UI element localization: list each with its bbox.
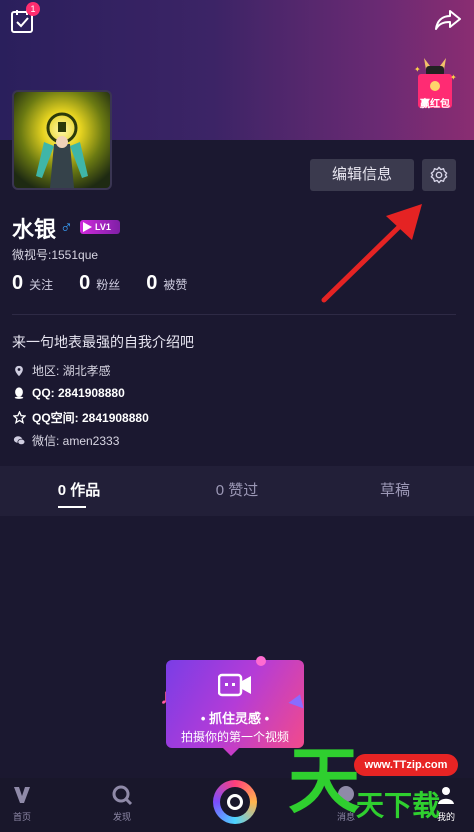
nav-home-label: 首页 <box>12 812 31 822</box>
record-button[interactable] <box>213 780 257 824</box>
star-icon <box>12 411 26 425</box>
male-gender-icon: ♂ <box>60 218 73 237</box>
tab-works[interactable]: 0 作品 <box>0 466 158 516</box>
nav-discover[interactable]: 发现 <box>102 784 142 823</box>
share-icon[interactable] <box>434 8 462 32</box>
region-info: 地区: 湖北孝感 <box>12 362 111 379</box>
tab-liked[interactable]: 0 赞过 <box>158 466 316 516</box>
bio-text[interactable]: 来一句地表最强的自我介绍吧 <box>12 332 194 352</box>
site-watermark: 天 www.TTzip.com 天下载 <box>284 738 464 832</box>
stat-number: 0 <box>12 272 24 294</box>
gear-icon <box>430 166 448 184</box>
discover-icon <box>112 785 133 806</box>
play-icon <box>83 222 92 232</box>
qzone-info: QQ空间: 2841908880 <box>12 409 149 426</box>
annotation-arrow <box>318 196 430 306</box>
stat-number: 0 <box>79 272 91 294</box>
red-packet-label: 赢红包 <box>420 99 450 110</box>
wechat-info: 微信: amen2333 <box>12 432 119 449</box>
stat-label: 被赞 <box>163 278 188 292</box>
record-inner <box>220 787 250 817</box>
qq-info: QQ: 2841908880 <box>12 386 125 400</box>
wechat-icon <box>12 434 26 448</box>
settings-button[interactable] <box>422 159 456 191</box>
decor-dot <box>256 656 266 666</box>
red-packet-button[interactable]: ✦ ✦ 赢红包 <box>412 52 458 110</box>
watermark-url: www.TTzip.com <box>354 754 458 776</box>
qzone-text: QQ空间: 2841908880 <box>32 411 149 425</box>
nav-discover-label: 发现 <box>112 812 131 822</box>
first-video-promo[interactable]: • 抓住灵感 • 拍摄你的第一个视频 <box>166 660 304 748</box>
wechat-text: 微信: amen2333 <box>32 434 120 448</box>
stat-label: 关注 <box>29 278 54 292</box>
home-icon <box>14 787 30 803</box>
level-badge: LV1 <box>80 220 120 234</box>
svg-text:✦: ✦ <box>414 65 421 74</box>
profile-stats: 0 关注 0 粉丝 0 被赞 <box>12 272 187 295</box>
qq-text: QQ: 2841908880 <box>32 386 125 400</box>
content-tabs: 0 作品 0 赞过 草稿 <box>0 466 474 516</box>
weishi-id: 微视号:1551que <box>12 248 99 262</box>
watermark-subtitle: 天下载 <box>356 790 441 821</box>
stat-followers[interactable]: 0 粉丝 <box>79 272 120 295</box>
stat-likes[interactable]: 0 被赞 <box>146 272 187 295</box>
svg-text:✦: ✦ <box>450 73 457 82</box>
profile-name: 水银 <box>12 217 57 242</box>
promo-bubble-tail <box>222 747 240 756</box>
level-label: LV1 <box>95 222 111 232</box>
region-text: 地区: 湖北孝感 <box>32 364 111 378</box>
watermark-big-char: 天 <box>288 742 361 822</box>
tab-drafts[interactable]: 草稿 <box>316 466 474 516</box>
avatar[interactable] <box>12 90 112 190</box>
stat-label: 粉丝 <box>96 278 121 292</box>
promo-title: • 抓住灵感 • <box>200 711 270 726</box>
location-pin-icon <box>12 364 26 378</box>
camera-shutter-icon <box>227 794 243 810</box>
nav-home[interactable]: 首页 <box>2 784 42 823</box>
qq-penguin-icon <box>12 386 26 400</box>
notification-badge: 1 <box>26 2 40 16</box>
stat-number: 0 <box>146 272 158 294</box>
video-camera-icon <box>218 673 251 697</box>
divider <box>12 314 456 315</box>
edit-profile-button[interactable]: 编辑信息 <box>310 159 414 191</box>
stat-following[interactable]: 0 关注 <box>12 272 53 295</box>
